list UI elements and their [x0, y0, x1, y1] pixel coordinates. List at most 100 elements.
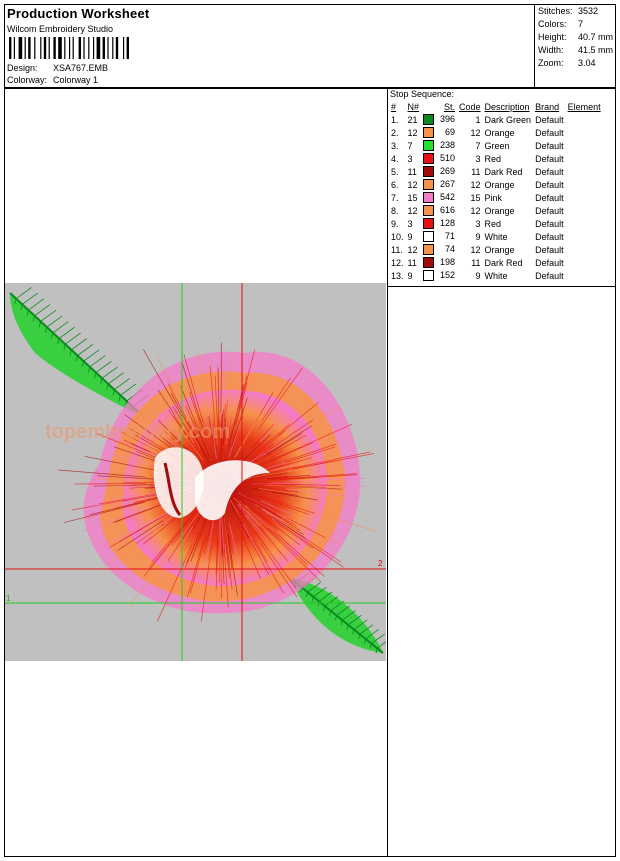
stop-element — [566, 256, 603, 269]
stop-brand: Default — [535, 166, 564, 177]
stop-brand: Default — [535, 127, 564, 138]
stop-description: Pink — [484, 192, 503, 203]
stop-code: 11 — [471, 166, 481, 177]
stitch-count: 542 — [440, 191, 456, 202]
color-swatch — [423, 257, 435, 269]
worksheet-title: Production Worksheet — [7, 6, 150, 21]
stitch-count: 74 — [445, 243, 456, 254]
stop-index: 10. — [391, 231, 404, 242]
color-swatch — [423, 205, 435, 217]
stop-row: 12. 11 198 11 Dark Red Default — [389, 256, 603, 269]
stop-code: 1 — [475, 114, 481, 125]
stat-value: 41.5 mm — [578, 45, 614, 55]
stop-code: 3 — [475, 218, 481, 229]
stop-code: 15 — [470, 192, 481, 203]
stop-stitches: 198 — [421, 256, 457, 269]
design-row: Design: XSA767.EMB — [7, 63, 108, 73]
design-label: Design: — [7, 63, 38, 73]
stop-row: 5. 11 269 11 Dark Red Default — [389, 165, 603, 178]
stitch-count: 238 — [440, 139, 456, 150]
stop-element — [566, 204, 603, 217]
color-swatch — [423, 218, 435, 230]
stop-stitches: 128 — [421, 217, 457, 230]
stop-description: White — [484, 231, 508, 242]
stop-description: Dark Red — [484, 166, 523, 177]
stop-stitches: 510 — [421, 152, 457, 165]
embroidery-design-image — [5, 283, 386, 661]
stop-code: 12 — [470, 205, 481, 216]
stop-needle: 9 — [407, 231, 413, 242]
stop-row: 4. 3 510 3 Red Default — [389, 152, 603, 165]
stat-label: Width: — [538, 45, 564, 55]
colorway-value: Colorway 1 — [53, 75, 99, 85]
stop-index: 11. — [391, 244, 403, 255]
stop-description: Orange — [484, 205, 515, 216]
stitch-count: 152 — [440, 269, 456, 280]
stop-row: 9. 3 128 3 Red Default — [389, 217, 603, 230]
col-header-brand: Brand — [535, 102, 560, 112]
stitch-count: 71 — [445, 230, 456, 241]
stop-description: Green — [484, 140, 510, 151]
stop-description: Red — [484, 153, 502, 164]
stop-row: 11. 12 74 12 Orange Default — [389, 243, 603, 256]
stop-brand: Default — [535, 257, 564, 268]
stop-code: 9 — [475, 270, 481, 281]
color-swatch — [423, 244, 435, 256]
stop-element — [566, 139, 603, 152]
stop-index: 12. — [391, 257, 404, 268]
stop-needle: 21 — [407, 114, 418, 125]
col-header-stitches: St. — [444, 102, 456, 112]
stop-brand: Default — [535, 270, 564, 281]
stop-brand: Default — [535, 218, 564, 229]
stop-stitches: 542 — [421, 191, 457, 204]
stat-stitches: Stitches: 3532 — [538, 6, 598, 16]
stop-stitches: 152 — [421, 269, 457, 282]
stop-sequence-table: # N# St. Code Description Brand Element … — [389, 101, 603, 282]
stop-stitches: 396 — [421, 113, 457, 126]
stat-label: Colors: — [538, 19, 567, 29]
stitch-count: 267 — [440, 178, 456, 189]
stop-element — [566, 165, 603, 178]
stop-stitches: 71 — [421, 230, 457, 243]
stitch-count: 616 — [440, 204, 456, 215]
stat-value: 3.04 — [578, 58, 596, 68]
stop-index: 5. — [391, 166, 399, 177]
stop-row: 2. 12 69 12 Orange Default — [389, 126, 603, 139]
stop-stitches: 74 — [421, 243, 457, 256]
stop-needle: 11 — [407, 166, 417, 177]
stat-colors: Colors: 7 — [538, 19, 583, 29]
stitch-count: 198 — [440, 256, 456, 267]
col-header-element: Element — [567, 102, 601, 112]
barcode — [9, 37, 129, 59]
stop-code: 11 — [471, 257, 481, 268]
stop-needle: 12 — [407, 205, 418, 216]
stop-needle: 12 — [407, 244, 418, 255]
stitch-count: 128 — [440, 217, 456, 228]
design-preview: topembroidery.com 1 2 — [5, 283, 386, 661]
watermark-text: topembroidery.com — [45, 421, 231, 443]
guide-label-1: 1 — [6, 594, 11, 603]
stat-zoom: Zoom: 3.04 — [538, 58, 596, 68]
stop-index: 13. — [391, 270, 404, 281]
color-swatch — [423, 166, 435, 178]
worksheet-header: Production Worksheet Wilcom Embroidery S… — [4, 4, 616, 88]
stop-element — [566, 178, 603, 191]
stop-element — [566, 269, 603, 282]
stop-index: 4. — [391, 153, 399, 164]
col-header-index: # — [391, 102, 397, 112]
stop-index: 6. — [391, 179, 399, 190]
stop-description: White — [484, 270, 508, 281]
stop-row: 8. 12 616 12 Orange Default — [389, 204, 603, 217]
stop-row: 13. 9 152 9 White Default — [389, 269, 603, 282]
stop-index: 1. — [391, 114, 399, 125]
col-header-needle: N# — [407, 102, 420, 112]
stop-code: 12 — [470, 127, 481, 138]
col-header-description: Description — [484, 102, 530, 112]
color-swatch — [423, 114, 435, 126]
color-swatch — [423, 231, 435, 243]
color-swatch — [423, 127, 435, 139]
color-swatch — [423, 270, 435, 282]
color-swatch — [423, 192, 435, 204]
stop-element — [566, 152, 603, 165]
stop-index: 9. — [391, 218, 399, 229]
